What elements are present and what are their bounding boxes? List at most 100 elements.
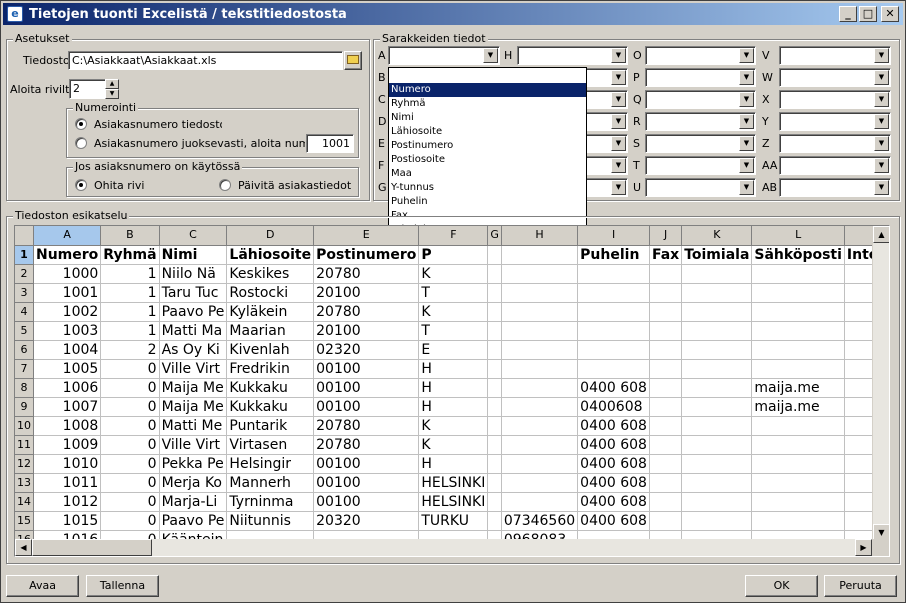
chevron-down-icon[interactable]: ▼ bbox=[874, 158, 889, 173]
grid-cell[interactable]: H bbox=[418, 454, 489, 474]
row-header[interactable]: 13 bbox=[15, 473, 34, 493]
maximize-button[interactable]: □ bbox=[859, 6, 877, 22]
grid-cell[interactable] bbox=[681, 397, 753, 417]
start-row-down-button[interactable]: ▼ bbox=[105, 89, 119, 99]
column-header[interactable]: J bbox=[649, 226, 683, 246]
grid-cell[interactable]: H bbox=[418, 397, 489, 417]
grid-cell[interactable]: 1005 bbox=[33, 359, 102, 379]
row-header[interactable]: 14 bbox=[15, 492, 34, 512]
row-header[interactable]: 2 bbox=[15, 264, 34, 284]
chevron-down-icon[interactable]: ▼ bbox=[739, 114, 754, 129]
grid-cell[interactable] bbox=[681, 302, 753, 322]
grid-cell[interactable] bbox=[751, 321, 845, 341]
grid-cell[interactable]: 0 bbox=[100, 416, 160, 436]
grid-cell[interactable]: Ville Virt bbox=[159, 435, 228, 455]
grid-cell[interactable] bbox=[751, 492, 845, 512]
grid-cell[interactable]: 20780 bbox=[313, 435, 420, 455]
grid-cell[interactable]: K bbox=[418, 302, 489, 322]
grid-cell[interactable]: 0 bbox=[100, 397, 160, 417]
grid-cell[interactable] bbox=[681, 454, 753, 474]
grid-cell[interactable] bbox=[649, 454, 683, 474]
grid-cell[interactable]: 1001 bbox=[33, 283, 102, 303]
grid-cell[interactable]: 02320 bbox=[313, 340, 420, 360]
grid-cell[interactable] bbox=[501, 397, 579, 417]
column-field-select[interactable]: ▼ bbox=[517, 46, 628, 65]
grid-cell[interactable]: maija.me bbox=[751, 378, 845, 398]
column-header[interactable]: E bbox=[313, 226, 420, 246]
grid-cell[interactable]: 1 bbox=[100, 283, 160, 303]
grid-cell[interactable] bbox=[487, 302, 502, 322]
grid-cell[interactable]: Mannerh bbox=[226, 473, 315, 493]
chevron-down-icon[interactable]: ▼ bbox=[874, 92, 889, 107]
grid-cell[interactable] bbox=[487, 511, 502, 531]
grid-cell[interactable]: 1006 bbox=[33, 378, 102, 398]
grid-cell[interactable] bbox=[649, 283, 683, 303]
dropdown-option[interactable]: Maa bbox=[389, 167, 586, 181]
start-row-input[interactable]: 2 bbox=[69, 79, 107, 99]
column-header[interactable]: L bbox=[751, 226, 845, 246]
row-header[interactable]: 7 bbox=[15, 359, 34, 379]
grid-cell[interactable] bbox=[501, 283, 579, 303]
grid-cell[interactable]: 1007 bbox=[33, 397, 102, 417]
row-header[interactable]: 1 bbox=[15, 245, 34, 265]
grid-cell[interactable] bbox=[681, 511, 753, 531]
column-field-select[interactable]: ▼ bbox=[645, 90, 756, 109]
grid-cell[interactable]: 1004 bbox=[33, 340, 102, 360]
grid-cell[interactable] bbox=[577, 340, 650, 360]
chevron-down-icon[interactable]: ▼ bbox=[874, 48, 889, 63]
grid-cell[interactable] bbox=[577, 264, 650, 284]
grid-cell[interactable]: Tyrninma bbox=[226, 492, 315, 512]
grid-cell[interactable]: 0400 608 bbox=[577, 492, 650, 512]
grid-cell[interactable]: 20100 bbox=[313, 321, 420, 341]
grid-cell[interactable]: Niitunnis bbox=[226, 511, 315, 531]
grid-cell[interactable] bbox=[681, 492, 753, 512]
grid-cell[interactable]: 1 bbox=[100, 302, 160, 322]
chevron-down-icon[interactable]: ▼ bbox=[739, 136, 754, 151]
grid-cell[interactable]: Marja-Li bbox=[159, 492, 228, 512]
grid-cell[interactable]: 1010 bbox=[33, 454, 102, 474]
grid-cell[interactable]: 0 bbox=[100, 378, 160, 398]
grid-cell[interactable]: Maija Me bbox=[159, 378, 228, 398]
grid-cell[interactable]: HELSINKI bbox=[418, 473, 489, 493]
grid-cell[interactable] bbox=[751, 473, 845, 493]
start-row-up-button[interactable]: ▲ bbox=[105, 79, 119, 89]
grid-cell[interactable]: Postinumero bbox=[313, 245, 420, 265]
browse-folder-button[interactable] bbox=[344, 51, 362, 70]
column-field-select[interactable]: ▼ bbox=[779, 156, 891, 175]
grid-cell[interactable] bbox=[501, 340, 579, 360]
grid-cell[interactable]: 0 bbox=[100, 511, 160, 531]
grid-cell[interactable] bbox=[501, 245, 579, 265]
radio-number-from-file[interactable] bbox=[75, 118, 87, 130]
grid-cell[interactable]: Virtasen bbox=[226, 435, 315, 455]
save-button[interactable]: Tallenna bbox=[86, 575, 159, 597]
close-button[interactable]: ✕ bbox=[881, 6, 899, 22]
column-header[interactable]: F bbox=[418, 226, 489, 246]
grid-cell[interactable]: Matti Me bbox=[159, 416, 228, 436]
column-field-select[interactable]: ▼ bbox=[779, 178, 891, 197]
grid-cell[interactable] bbox=[487, 264, 502, 284]
grid-cell[interactable]: 1 bbox=[100, 321, 160, 341]
dropdown-option[interactable]: Nimi bbox=[389, 111, 586, 125]
chevron-down-icon[interactable]: ▼ bbox=[739, 92, 754, 107]
chevron-down-icon[interactable]: ▼ bbox=[611, 114, 626, 129]
grid-cell[interactable] bbox=[649, 264, 683, 284]
row-header[interactable]: 8 bbox=[15, 378, 34, 398]
grid-cell[interactable]: K bbox=[418, 416, 489, 436]
row-header[interactable]: 10 bbox=[15, 416, 34, 436]
chevron-down-icon[interactable]: ▼ bbox=[611, 158, 626, 173]
row-header[interactable]: 3 bbox=[15, 283, 34, 303]
grid-cell[interactable] bbox=[487, 397, 502, 417]
column-header[interactable]: G bbox=[487, 226, 502, 246]
column-header[interactable]: H bbox=[501, 226, 579, 246]
grid-cell[interactable] bbox=[649, 359, 683, 379]
grid-cell[interactable]: Puhelin bbox=[577, 245, 650, 265]
file-path-input[interactable]: C:\Asiakkaat\Asiakkaat.xls bbox=[68, 51, 343, 70]
grid-cell[interactable]: Niilo Nä bbox=[159, 264, 228, 284]
grid-cell[interactable]: 1012 bbox=[33, 492, 102, 512]
grid-cell[interactable]: Pekka Pe bbox=[159, 454, 228, 474]
chevron-down-icon[interactable]: ▼ bbox=[611, 180, 626, 195]
grid-cell[interactable]: 0400 608 bbox=[577, 378, 650, 398]
grid-cell[interactable]: 0400 608 bbox=[577, 511, 650, 531]
grid-cell[interactable] bbox=[577, 302, 650, 322]
grid-cell[interactable] bbox=[681, 340, 753, 360]
